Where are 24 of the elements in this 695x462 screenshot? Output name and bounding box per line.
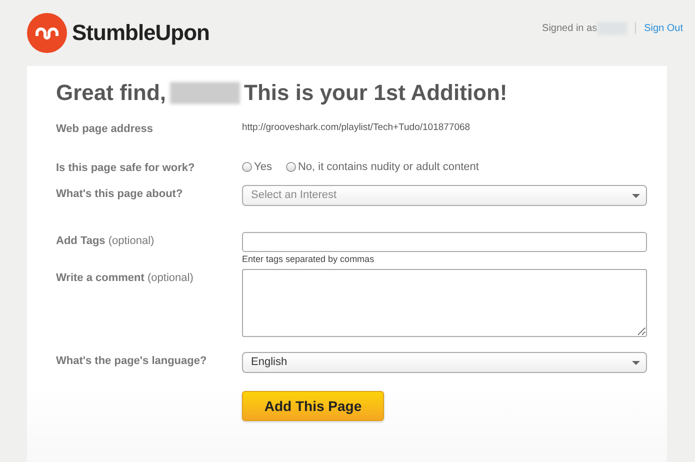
signed-in-label: Signed in as [542, 22, 598, 34]
redacted-username [170, 82, 240, 104]
radio-icon[interactable] [286, 162, 296, 172]
tags-input[interactable] [242, 232, 647, 252]
radio-icon[interactable] [242, 162, 252, 172]
sign-out-link[interactable]: Sign Out [644, 22, 683, 34]
field-label: What's this page about? [56, 187, 184, 200]
radio-option[interactable]: No, it contains nudity or adult content [286, 161, 479, 173]
field-label: Web page address [56, 122, 154, 135]
field-label: Write a comment (optional) [56, 271, 194, 284]
comment-input[interactable] [242, 269, 647, 337]
language-dropdown[interactable]: English [242, 352, 647, 373]
title-text: This is your 1st Addition! [244, 80, 508, 106]
radio-option[interactable]: Yes [242, 161, 272, 173]
title-text: Great find, [56, 80, 166, 106]
add-page-button[interactable]: Add This Page [242, 391, 384, 421]
interest-dropdown[interactable]: Select an Interest [242, 185, 647, 206]
field-label: What's the page's language? [56, 354, 208, 367]
logo-text: StumbleUpon [72, 20, 210, 46]
page-address: http://grooveshark.com/playlist/Tech+Tudo/101877068 [242, 121, 470, 133]
field-label: Add Tags (optional) [56, 234, 156, 247]
tags-hint: Enter tags separated by commas [242, 254, 376, 264]
field-label: Is this page safe for work? [56, 161, 196, 174]
logo-icon [27, 13, 67, 53]
